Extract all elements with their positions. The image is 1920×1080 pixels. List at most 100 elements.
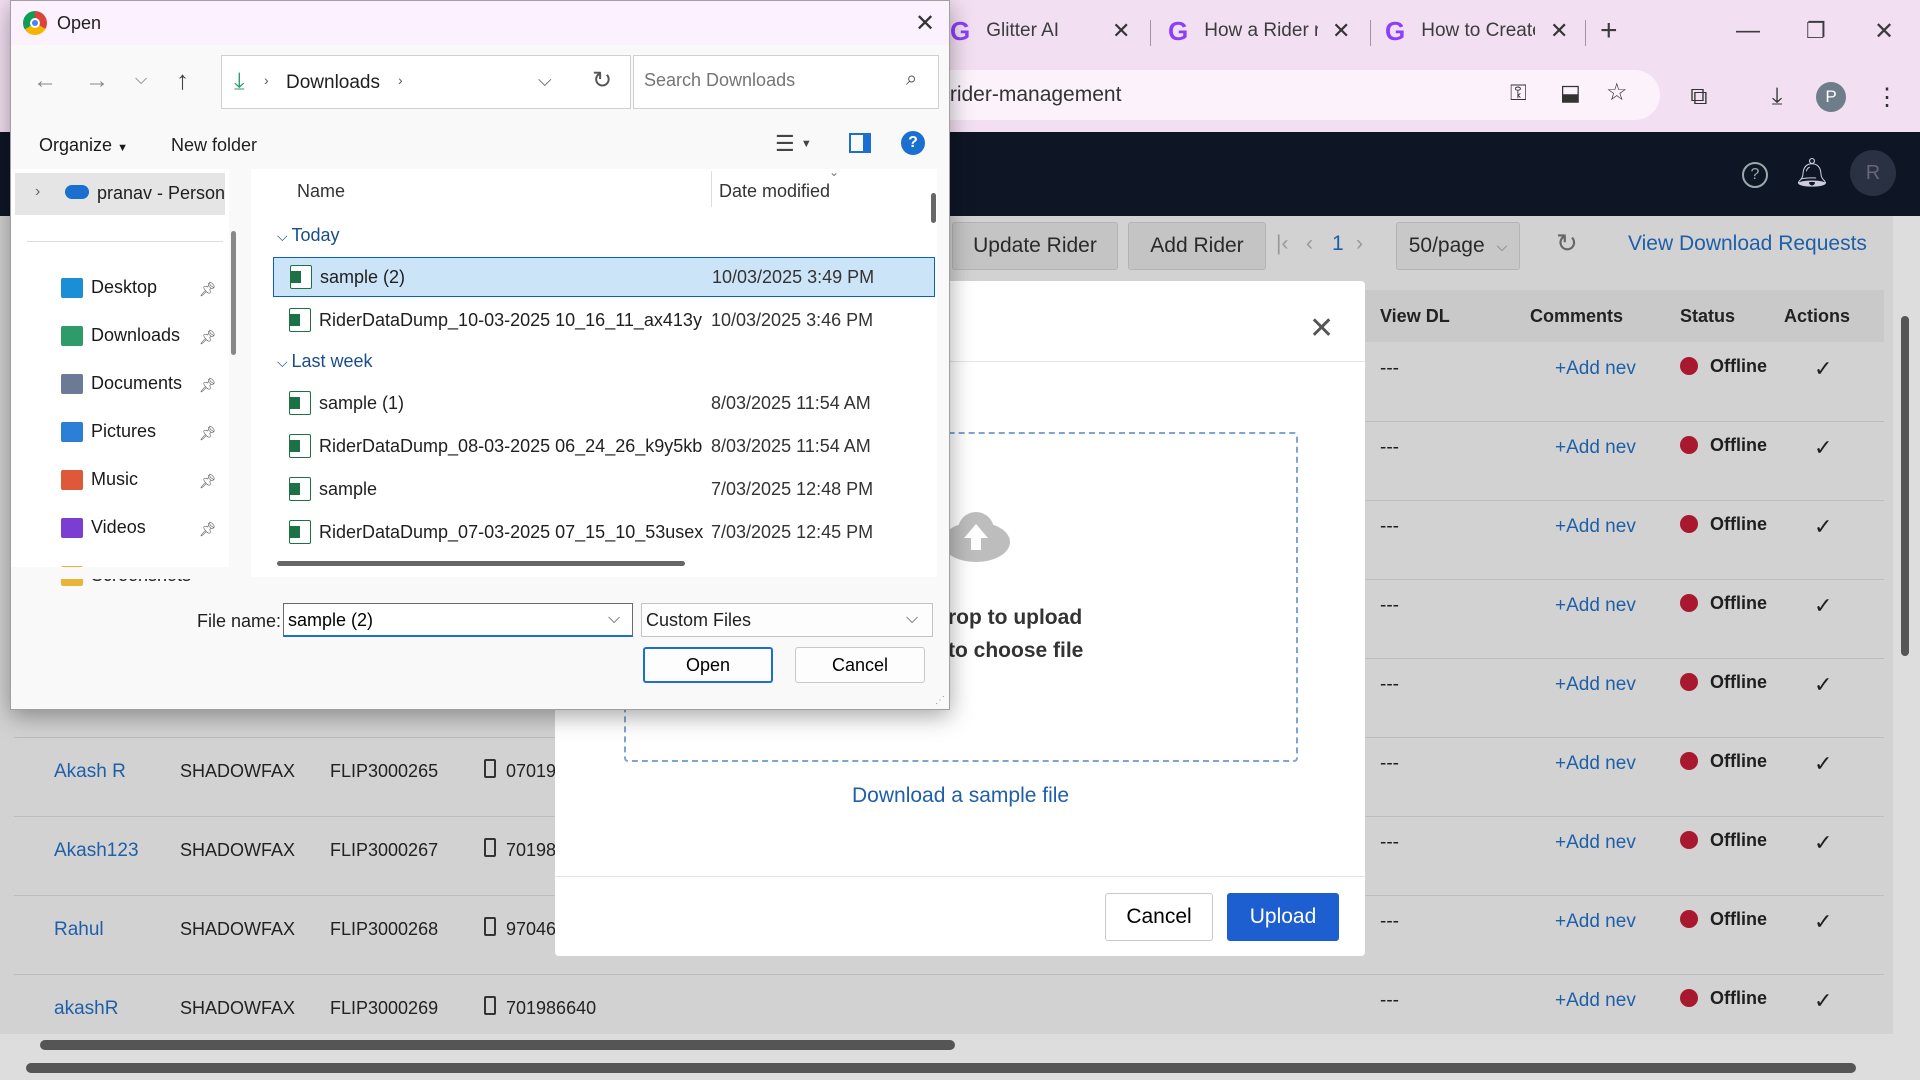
file-name-input[interactable]	[288, 610, 588, 631]
extensions-icon[interactable]: ⧉	[1682, 80, 1716, 114]
sidebar-item-desktop[interactable]: Desktop	[61, 277, 157, 298]
column-name[interactable]: Name	[297, 181, 345, 202]
sidebar-item-downloads[interactable]: Downloads	[61, 325, 180, 346]
pin-icon[interactable]: 📌︎	[199, 521, 217, 538]
approve-check-icon[interactable]: ✓	[1814, 435, 1832, 461]
close-tab-icon[interactable]: ✕	[1550, 10, 1568, 52]
recent-locations-icon[interactable]: ⌵	[135, 71, 147, 89]
password-key-icon[interactable]: ⚿	[1510, 80, 1527, 106]
window-close-icon[interactable]: ✕	[1874, 10, 1894, 52]
group-header[interactable]: ⌵ Last week	[277, 351, 373, 372]
refresh-icon[interactable]: ↻	[592, 66, 612, 95]
approve-check-icon[interactable]: ✓	[1814, 514, 1832, 540]
approve-check-icon[interactable]: ✓	[1814, 988, 1832, 1014]
onedrive-item[interactable]: › pranav - Persona	[15, 173, 225, 215]
file-list-hscroll-thumb[interactable]	[277, 561, 685, 566]
refresh-icon[interactable]: ↻	[1556, 228, 1578, 259]
file-row[interactable]: RiderDataDump_07-03-2025 07_15_10_53usex…	[273, 512, 935, 552]
add-comment-link[interactable]: +Add nev	[1555, 358, 1636, 380]
approve-check-icon[interactable]: ✓	[1814, 593, 1832, 619]
rider-name[interactable]: akashR	[54, 998, 118, 1020]
sidebar-item-documents[interactable]: Documents	[61, 373, 182, 394]
close-tab-icon[interactable]: ✕	[1112, 10, 1130, 52]
downloads-icon[interactable]: ⤓	[1760, 80, 1794, 114]
chrome-menu-icon[interactable]: ⋮	[1870, 80, 1904, 114]
horizontal-scroll-thumb[interactable]	[40, 1040, 955, 1050]
pin-icon[interactable]: 📌︎	[199, 281, 217, 298]
rider-name[interactable]: Akash123	[54, 840, 139, 862]
add-rider-button[interactable]: Add Rider	[1128, 222, 1266, 270]
preview-pane-icon[interactable]	[849, 133, 871, 153]
page-size-select[interactable]: 50/page ⌵	[1396, 222, 1520, 270]
install-app-icon[interactable]: ⬓	[1560, 80, 1581, 106]
address-breadcrumb[interactable]: ⤓ › Downloads › ⌵ ↻	[221, 55, 631, 109]
file-row[interactable]: sample 7/03/2025 12:48 PM	[273, 469, 935, 509]
page-number[interactable]: 1	[1332, 232, 1344, 256]
add-comment-link[interactable]: +Add nev	[1555, 516, 1636, 538]
sidebar-item-videos[interactable]: Videos	[61, 517, 146, 538]
chevron-down-icon[interactable]: ⌵	[608, 610, 620, 628]
up-folder-icon[interactable]: ↑	[176, 65, 189, 96]
resize-grip-icon[interactable]: ⋰	[935, 695, 945, 706]
modal-cancel-button[interactable]: Cancel	[1105, 893, 1213, 941]
update-rider-button[interactable]: Update Rider	[952, 222, 1118, 270]
address-dropdown-icon[interactable]: ⌵	[538, 70, 552, 91]
expand-chevron-icon[interactable]: ›	[35, 183, 40, 201]
pin-icon[interactable]: 📌︎	[199, 425, 217, 442]
address-bar[interactable]: /rider-management ⚿ ⬓ ☆	[880, 70, 1660, 120]
bookmark-star-icon[interactable]: ☆	[1606, 78, 1628, 107]
sidebar-item-music[interactable]: Music	[61, 469, 138, 490]
new-tab-button[interactable]: +	[1600, 10, 1618, 52]
search-input[interactable]	[644, 70, 884, 91]
file-type-select[interactable]: Custom Files ⌵	[641, 603, 933, 637]
breadcrumb-downloads[interactable]: Downloads	[286, 72, 380, 94]
pin-icon[interactable]: 📌︎	[199, 473, 217, 490]
dialog-close-icon[interactable]: ✕	[915, 9, 935, 38]
approve-check-icon[interactable]: ✓	[1814, 356, 1832, 382]
rider-name[interactable]: Rahul	[54, 919, 104, 941]
dialog-cancel-button[interactable]: Cancel	[795, 647, 925, 683]
outer-horizontal-scroll-thumb[interactable]	[26, 1063, 1856, 1073]
next-page-icon[interactable]: ›	[1356, 232, 1363, 256]
add-comment-link[interactable]: +Add nev	[1555, 674, 1636, 696]
download-sample-link[interactable]: Download a sample file	[852, 784, 1069, 808]
open-button[interactable]: Open	[643, 647, 773, 683]
upload-button[interactable]: Upload	[1227, 893, 1339, 941]
approve-check-icon[interactable]: ✓	[1814, 751, 1832, 777]
outer-horizontal-scrollbar[interactable]	[0, 1056, 1920, 1080]
minimize-icon[interactable]: —	[1736, 10, 1760, 52]
organize-menu[interactable]: Organize ▼	[39, 135, 128, 156]
close-tab-icon[interactable]: ✕	[1332, 10, 1350, 52]
approve-check-icon[interactable]: ✓	[1814, 672, 1832, 698]
user-avatar[interactable]: R	[1850, 150, 1896, 196]
prev-page-icon[interactable]: ‹	[1306, 232, 1313, 256]
vertical-scrollbar[interactable]	[1893, 216, 1920, 1056]
view-options-icon[interactable]: ☰ ▼	[775, 131, 812, 157]
pin-icon[interactable]: 📌︎	[199, 329, 217, 346]
add-comment-link[interactable]: +Add nev	[1555, 753, 1636, 775]
restore-icon[interactable]: ❐	[1806, 10, 1826, 52]
search-box[interactable]: ⌕	[633, 55, 939, 109]
bell-icon[interactable]: 🔔︎	[1794, 156, 1830, 189]
nav-scroll-thumb[interactable]	[231, 231, 236, 355]
browser-tab-rider[interactable]: G How a Rider r	[1168, 10, 1318, 52]
add-comment-link[interactable]: +Add nev	[1555, 832, 1636, 854]
browser-tab-create[interactable]: G How to Create	[1385, 10, 1535, 52]
file-row[interactable]: sample (1) 8/03/2025 11:54 AM	[273, 383, 935, 423]
approve-check-icon[interactable]: ✓	[1814, 830, 1832, 856]
add-comment-link[interactable]: +Add nev	[1555, 595, 1636, 617]
rider-name[interactable]: Akash R	[54, 761, 126, 783]
file-list-vscroll-thumb[interactable]	[931, 193, 936, 223]
browser-tab-glitter[interactable]: G Glitter AI	[950, 10, 1130, 52]
approve-check-icon[interactable]: ✓	[1814, 909, 1832, 935]
sidebar-item-pictures[interactable]: Pictures	[61, 421, 156, 442]
forward-icon[interactable]: →	[85, 67, 109, 95]
help-icon[interactable]: ?	[901, 131, 925, 155]
help-icon[interactable]: ?	[1742, 162, 1768, 188]
view-download-requests-link[interactable]: View Download Requests	[1628, 232, 1867, 256]
first-page-icon[interactable]: |‹	[1276, 232, 1288, 256]
add-comment-link[interactable]: +Add nev	[1555, 437, 1636, 459]
vertical-scroll-thumb[interactable]	[1901, 316, 1909, 656]
file-row[interactable]: RiderDataDump_08-03-2025 06_24_26_k9y5kb…	[273, 426, 935, 466]
modal-close-icon[interactable]: ✕	[1309, 311, 1334, 346]
